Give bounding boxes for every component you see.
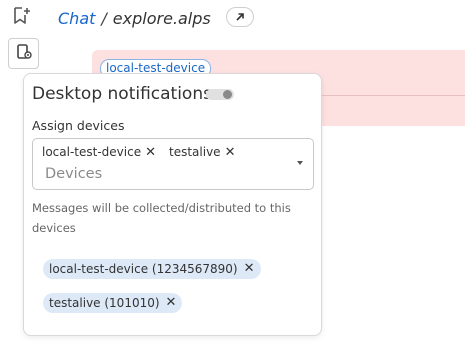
breadcrumb-current: explore.alps	[112, 8, 211, 28]
app-view: Chat / explore.alps local-test-device De…	[0, 0, 465, 363]
remove-selected-device-icon[interactable]: ✕	[225, 144, 236, 161]
arrow-up-right-icon	[234, 8, 246, 27]
remove-device-icon[interactable]: ✕	[244, 259, 255, 279]
notifications-popover: Desktop notifications Assign devices loc…	[23, 73, 322, 336]
breadcrumb: Chat / explore.alps	[58, 8, 211, 28]
device-settings-icon	[15, 43, 33, 65]
device-chip-label: local-test-device (1234567890)	[49, 262, 238, 276]
device-chip-label: testalive (101010)	[49, 296, 160, 310]
toggle-knob	[223, 90, 232, 99]
selected-device-label: testalive	[169, 145, 221, 159]
selected-device-label: local-test-device	[42, 145, 142, 159]
devices-select[interactable]: local-test-device ✕ testalive ✕ Devices	[32, 138, 314, 190]
open-external-button[interactable]	[226, 7, 254, 27]
remove-selected-device-icon[interactable]: ✕	[145, 144, 156, 161]
popover-title: Desktop notifications	[32, 84, 212, 104]
device-chip: testalive (101010) ✕	[43, 293, 183, 313]
assign-devices-label: Assign devices	[32, 118, 125, 133]
selected-device-chip: local-test-device ✕	[42, 144, 156, 161]
device-settings-button[interactable]	[8, 38, 39, 69]
breadcrumb-separator: /	[101, 8, 107, 28]
devices-input-placeholder[interactable]: Devices	[45, 166, 102, 182]
device-chip: local-test-device (1234567890) ✕	[43, 259, 261, 279]
help-text: Messages will be collected/distributed t…	[32, 201, 291, 235]
chevron-down-icon[interactable]	[297, 161, 303, 165]
breadcrumb-chat-link[interactable]: Chat	[58, 9, 95, 28]
remove-device-icon[interactable]: ✕	[166, 293, 177, 313]
selected-device-chip: testalive ✕	[169, 144, 235, 161]
bookmark-add-icon[interactable]	[10, 5, 32, 27]
notifications-toggle[interactable]	[206, 89, 234, 100]
